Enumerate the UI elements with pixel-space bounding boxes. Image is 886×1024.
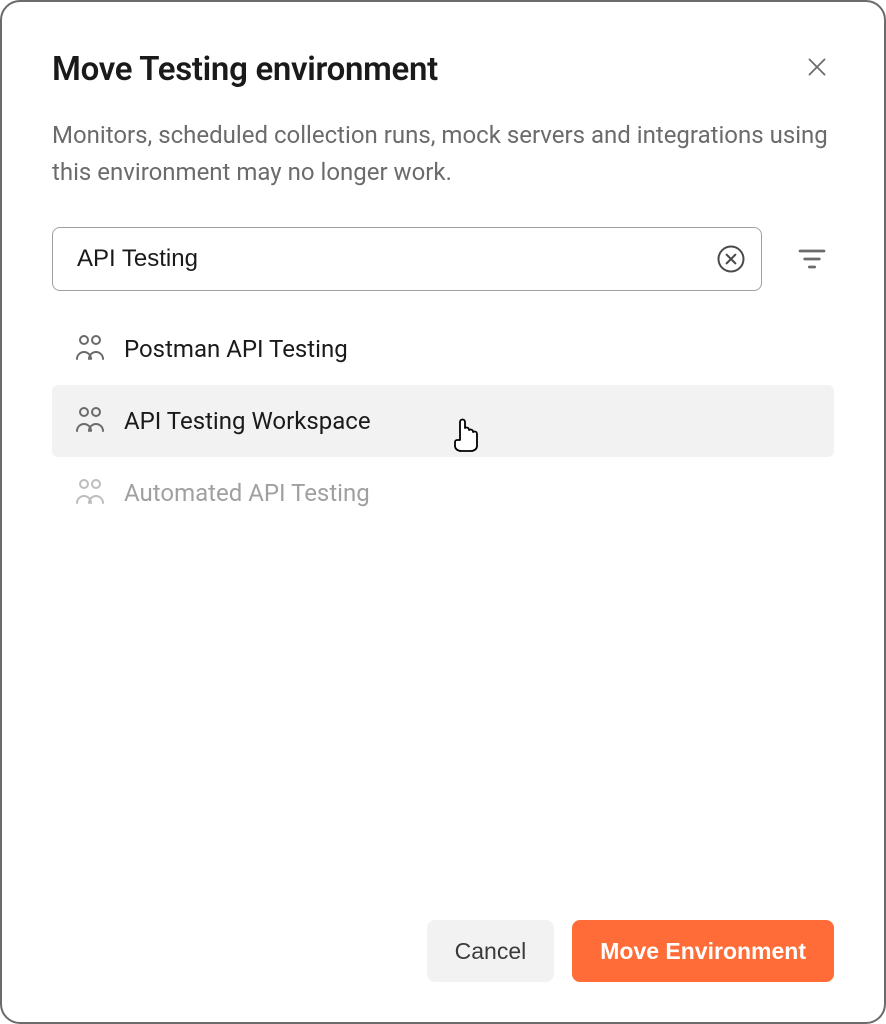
team-icon (74, 405, 106, 437)
search-input-wrap (52, 227, 762, 291)
move-environment-dialog: Move Testing environment Monitors, sched… (0, 0, 886, 1024)
workspace-item-label: Postman API Testing (124, 335, 348, 363)
dialog-description: Monitors, scheduled collection runs, moc… (52, 117, 834, 191)
team-icon (74, 477, 106, 509)
pointer-cursor-icon (451, 418, 481, 456)
clear-search-button[interactable] (716, 244, 746, 274)
dialog-title: Move Testing environment (52, 50, 438, 89)
workspace-item: Automated API Testing (52, 457, 834, 529)
results-list: Postman API Testing API Testing Workspac… (52, 313, 834, 920)
workspace-item[interactable]: Postman API Testing (52, 313, 834, 385)
search-input[interactable] (52, 227, 762, 291)
close-button[interactable] (800, 50, 834, 84)
workspace-item-label: Automated API Testing (124, 479, 370, 507)
cancel-button[interactable]: Cancel (427, 920, 555, 982)
search-row (52, 227, 834, 291)
move-environment-button[interactable]: Move Environment (572, 920, 834, 982)
workspace-item[interactable]: API Testing Workspace (52, 385, 834, 457)
close-icon (804, 54, 830, 80)
workspace-item-label: API Testing Workspace (124, 407, 371, 435)
clear-icon (716, 244, 746, 274)
dialog-footer: Cancel Move Environment (52, 920, 834, 982)
filter-icon (796, 243, 828, 275)
team-icon (74, 333, 106, 365)
filter-button[interactable] (790, 237, 834, 281)
dialog-header: Move Testing environment (52, 50, 834, 89)
